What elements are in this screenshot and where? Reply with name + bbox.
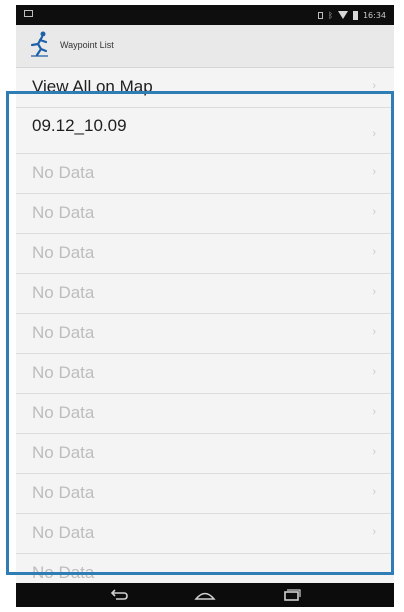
list-item[interactable]: No Data › xyxy=(16,514,394,554)
notification-icon xyxy=(24,10,33,17)
list-item-label: No Data xyxy=(32,563,95,582)
chevron-right-icon: › xyxy=(372,246,376,258)
list-item[interactable]: No Data › xyxy=(16,394,394,434)
back-icon[interactable] xyxy=(107,587,131,603)
list-item-label: No Data xyxy=(32,243,95,262)
device-screen: ᛒ 16:34 Waypoint List View All on Map › … xyxy=(16,5,394,607)
navigation-bar xyxy=(16,583,394,607)
chevron-right-icon: › xyxy=(372,206,376,218)
chevron-right-icon: › xyxy=(372,406,376,418)
running-figure-icon[interactable] xyxy=(28,30,54,58)
home-icon[interactable] xyxy=(193,587,217,603)
view-all-on-map-item[interactable]: View All on Map › xyxy=(16,68,394,108)
wifi-icon xyxy=(337,11,348,19)
list-item-label: No Data xyxy=(32,403,95,422)
list-item[interactable]: 09.12_10.09 › xyxy=(16,108,394,154)
chevron-right-icon: › xyxy=(372,286,376,298)
list-item[interactable]: No Data › xyxy=(16,474,394,514)
bluetooth-icon: ᛒ xyxy=(328,10,333,20)
list-item[interactable]: No Data › xyxy=(16,434,394,474)
battery-icon xyxy=(352,10,358,20)
list-item-label: No Data xyxy=(32,363,95,382)
list-item-label: No Data xyxy=(32,443,95,462)
action-bar: Waypoint List xyxy=(16,25,394,68)
waypoint-list: View All on Map › 09.12_10.09 › No Data … xyxy=(16,68,394,584)
recent-apps-icon[interactable] xyxy=(279,587,303,603)
list-item[interactable]: No Data › xyxy=(16,154,394,194)
chevron-right-icon: › xyxy=(372,446,376,458)
app-title: Waypoint List xyxy=(60,40,114,50)
list-item[interactable]: No Data › xyxy=(16,314,394,354)
status-bar: ᛒ 16:34 xyxy=(16,5,394,25)
list-item[interactable]: No Data › xyxy=(16,234,394,274)
chevron-right-icon: › xyxy=(372,486,376,498)
status-indicators: ᛒ 16:34 xyxy=(318,8,386,22)
list-item-label: 09.12_10.09 xyxy=(32,116,127,135)
list-item[interactable]: No Data › xyxy=(16,354,394,394)
list-item-label: View All on Map xyxy=(32,77,153,96)
chevron-right-icon: › xyxy=(372,366,376,378)
list-item[interactable]: No Data › xyxy=(16,274,394,314)
list-item-label: No Data xyxy=(32,483,95,502)
list-item-label: No Data xyxy=(32,323,95,342)
list-item-label: No Data xyxy=(32,203,95,222)
list-item-label: No Data xyxy=(32,523,95,542)
clock-icon: 16:34 xyxy=(362,10,386,20)
list-item[interactable]: No Data xyxy=(16,554,394,584)
chevron-right-icon: › xyxy=(372,80,376,92)
list-item[interactable]: No Data › xyxy=(16,194,394,234)
chevron-right-icon: › xyxy=(372,128,376,140)
list-item-label: No Data xyxy=(32,163,95,182)
list-item-label: No Data xyxy=(32,283,95,302)
chevron-right-icon: › xyxy=(372,166,376,178)
chevron-right-icon: › xyxy=(372,326,376,338)
chevron-right-icon: › xyxy=(372,526,376,538)
sim-icon xyxy=(318,11,324,19)
